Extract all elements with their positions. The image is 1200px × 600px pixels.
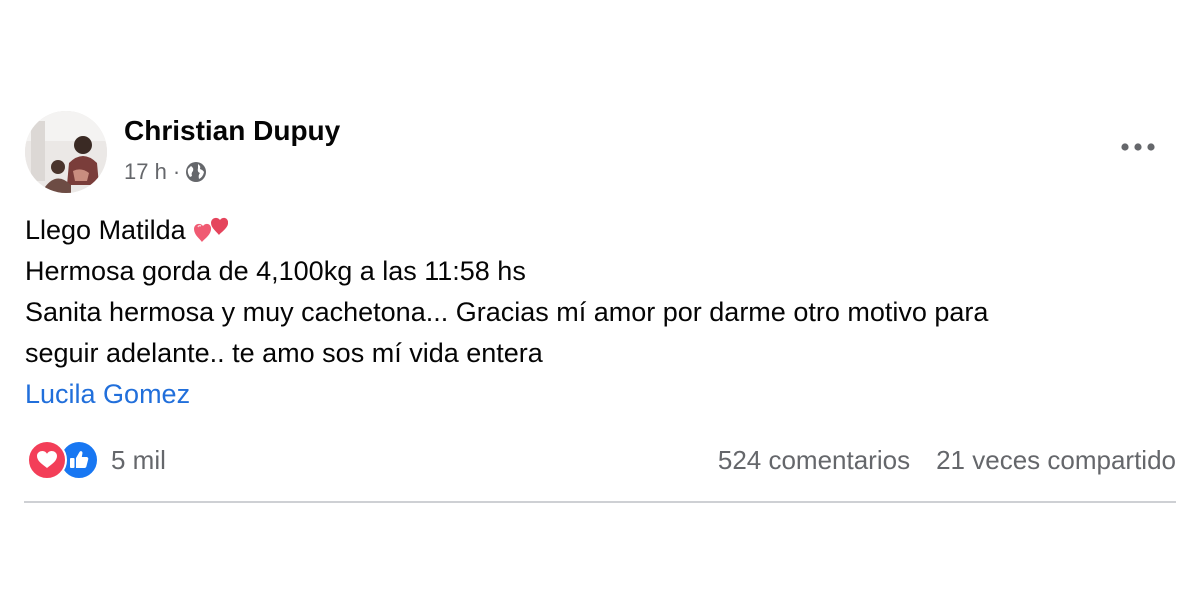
comments-count-link[interactable]: 524 comentarios	[718, 445, 910, 476]
mention-link[interactable]: Lucila Gomez	[25, 374, 1175, 415]
post-body: Llego Matilda Hermosa gorda de 4,100kg a…	[25, 210, 1175, 415]
more-options-icon	[1121, 143, 1155, 151]
post-stats: 524 comentarios 21 veces compartido	[718, 441, 1176, 479]
author-avatar[interactable]	[25, 111, 107, 193]
facebook-post: Christian Dupuy 17 h · Llego Matilda Her…	[0, 0, 1200, 600]
post-timestamp[interactable]: 17 h	[124, 159, 167, 185]
shares-count-link[interactable]: 21 veces compartido	[936, 445, 1176, 476]
love-reaction-icon	[27, 440, 67, 480]
post-meta: 17 h ·	[124, 158, 208, 186]
reaction-count: 5 mil	[111, 444, 166, 475]
reactions-summary[interactable]: 5 mil	[27, 440, 166, 480]
divider	[24, 501, 1176, 503]
post-line: seguir adelante.. te amo sos mí vida ent…	[25, 338, 543, 368]
post-line: Hermosa gorda de 4,100kg a las 11:58 hs	[25, 256, 526, 286]
more-options-button[interactable]	[1116, 132, 1160, 162]
globe-icon	[184, 160, 208, 184]
author-name[interactable]: Christian Dupuy	[124, 114, 340, 148]
post-line: Llego Matilda	[25, 210, 1175, 251]
post-line-text: Llego Matilda	[25, 215, 186, 245]
avatar-photo	[25, 111, 107, 193]
meta-separator: ·	[172, 159, 181, 184]
post-line: Sanita hermosa y muy cachetona... Gracia…	[25, 297, 989, 327]
two-hearts-emoji	[192, 214, 228, 244]
